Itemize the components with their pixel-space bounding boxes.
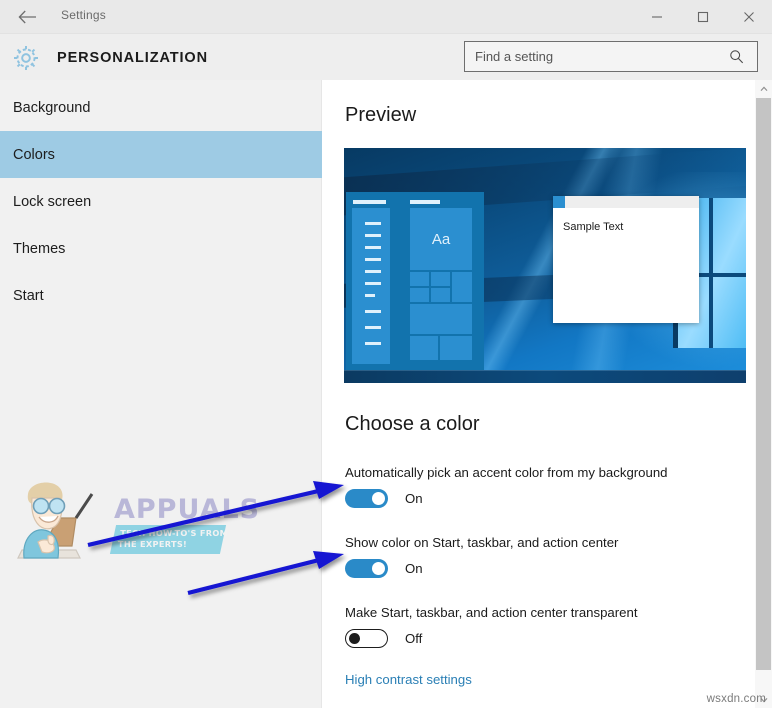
preview-tile-wide-split: [410, 336, 472, 360]
preview-taskbar: [344, 370, 746, 383]
main-content: Preview Aa Sample Text Choose a color Au…: [323, 80, 772, 708]
setting-label-show-color: Show color on Start, taskbar, and action…: [345, 535, 619, 550]
sidebar-item-label: Themes: [13, 240, 66, 257]
preview-start-list-line: [365, 282, 381, 285]
close-icon: [744, 12, 754, 22]
toggle-show-color[interactable]: [345, 559, 388, 578]
appuals-watermark-logo: APPUALS TECH HOW-TO'S FROM THE EXPERTS!: [14, 472, 259, 568]
preview-heading: Preview: [345, 104, 417, 126]
toggle-state-show-color: On: [405, 561, 423, 576]
sidebar-item-lock-screen[interactable]: Lock screen: [0, 178, 322, 225]
toggle-knob: [349, 632, 360, 644]
toggle-state-auto-accent: On: [405, 491, 423, 506]
sidebar-item-background[interactable]: Background: [0, 84, 322, 131]
preview-start-list-line: [365, 342, 381, 345]
chevron-up-icon: [760, 86, 767, 91]
minimize-icon: [652, 16, 662, 18]
preview-start-list-line: [365, 246, 381, 249]
settings-window: Settings PERSONALIZATION Find a setting …: [0, 0, 772, 708]
preview-sample-window: Sample Text: [553, 196, 699, 323]
toggle-row-transparent[interactable]: Off: [345, 629, 422, 648]
toggle-state-transparent: Off: [405, 631, 423, 646]
search-input[interactable]: [465, 43, 723, 70]
maximize-icon: [697, 11, 709, 23]
sidebar-nav-list: Background Colors Lock screen Themes Sta…: [0, 84, 322, 319]
scrollbar-thumb[interactable]: [756, 98, 771, 670]
toggle-row-show-color[interactable]: On: [345, 559, 423, 578]
toggle-transparent[interactable]: [345, 629, 388, 648]
preview-tile-aa-label: Aa: [431, 230, 451, 248]
setting-label-auto-accent: Automatically pick an accent color from …: [345, 465, 668, 480]
choose-a-color-heading: Choose a color: [345, 413, 480, 435]
appuals-brand-text: APPUALS: [114, 494, 261, 525]
back-arrow-icon: [17, 10, 36, 24]
toggle-auto-accent[interactable]: [345, 489, 388, 508]
sidebar-item-label: Lock screen: [13, 193, 92, 210]
appuals-tagline: TECH HOW-TO'S FROM THE EXPERTS!: [109, 525, 229, 554]
window-title: Settings: [61, 8, 106, 22]
preview-tile-aa: Aa: [410, 208, 472, 270]
preview-start-accent-bar: [353, 200, 386, 204]
page-title: PERSONALIZATION: [57, 50, 208, 66]
preview-start-list-line: [365, 234, 381, 237]
sidebar-item-label: Background: [13, 99, 91, 116]
toggle-knob: [372, 562, 385, 575]
high-contrast-settings-link[interactable]: High contrast settings: [345, 672, 472, 687]
sidebar-item-label: Start: [13, 287, 44, 304]
preview-start-app-list: [352, 208, 390, 364]
maximize-button[interactable]: [680, 0, 726, 34]
title-bar: Settings: [0, 0, 772, 34]
appuals-tagline-line2: THE EXPERTS!: [117, 539, 188, 549]
sidebar-item-colors[interactable]: Colors: [0, 131, 322, 178]
sidebar: Background Colors Lock screen Themes Sta…: [0, 80, 322, 708]
search-box[interactable]: [464, 41, 758, 72]
preview-start-tile-column: Aa: [410, 208, 472, 372]
toggle-knob: [372, 492, 385, 505]
close-button[interactable]: [726, 0, 772, 34]
preview-start-list-line: [365, 294, 375, 297]
sidebar-item-start[interactable]: Start: [0, 272, 322, 319]
setting-label-transparent: Make Start, taskbar, and action center t…: [345, 605, 638, 620]
preview-start-list-line: [365, 310, 381, 313]
preview-start-menu: Aa: [346, 192, 484, 370]
preview-start-list-line: [365, 258, 381, 261]
preview-start-list-line: [365, 222, 381, 225]
preview-start-list-line: [365, 270, 381, 273]
vertical-scrollbar[interactable]: [755, 80, 772, 708]
preview-sample-window-titlebar: [553, 196, 699, 208]
gear-icon: [11, 43, 41, 73]
scroll-up-button[interactable]: [755, 80, 772, 97]
window-controls: [634, 0, 772, 34]
preview-sample-window-text: Sample Text: [563, 221, 624, 233]
theme-preview: Aa Sample Text: [344, 148, 746, 383]
source-watermark: wsxdn.com: [706, 693, 766, 705]
sidebar-item-themes[interactable]: Themes: [0, 225, 322, 272]
preview-start-list-line: [365, 326, 381, 329]
preview-sample-window-body: Sample Text: [553, 208, 699, 235]
preview-start-tile-accent-bar: [410, 200, 440, 204]
preview-tile-wide: [410, 304, 472, 334]
preview-tile-grid: [410, 272, 472, 302]
appuals-mascot-icon: [17, 482, 94, 559]
minimize-button[interactable]: [634, 0, 680, 34]
back-button[interactable]: [10, 2, 44, 32]
preview-sample-window-accent-square: [553, 196, 565, 208]
toggle-row-auto-accent[interactable]: On: [345, 489, 423, 508]
sidebar-item-label: Colors: [13, 146, 55, 163]
search-icon[interactable]: [723, 49, 749, 64]
appuals-tagline-line1: TECH HOW-TO'S FROM: [120, 528, 229, 538]
